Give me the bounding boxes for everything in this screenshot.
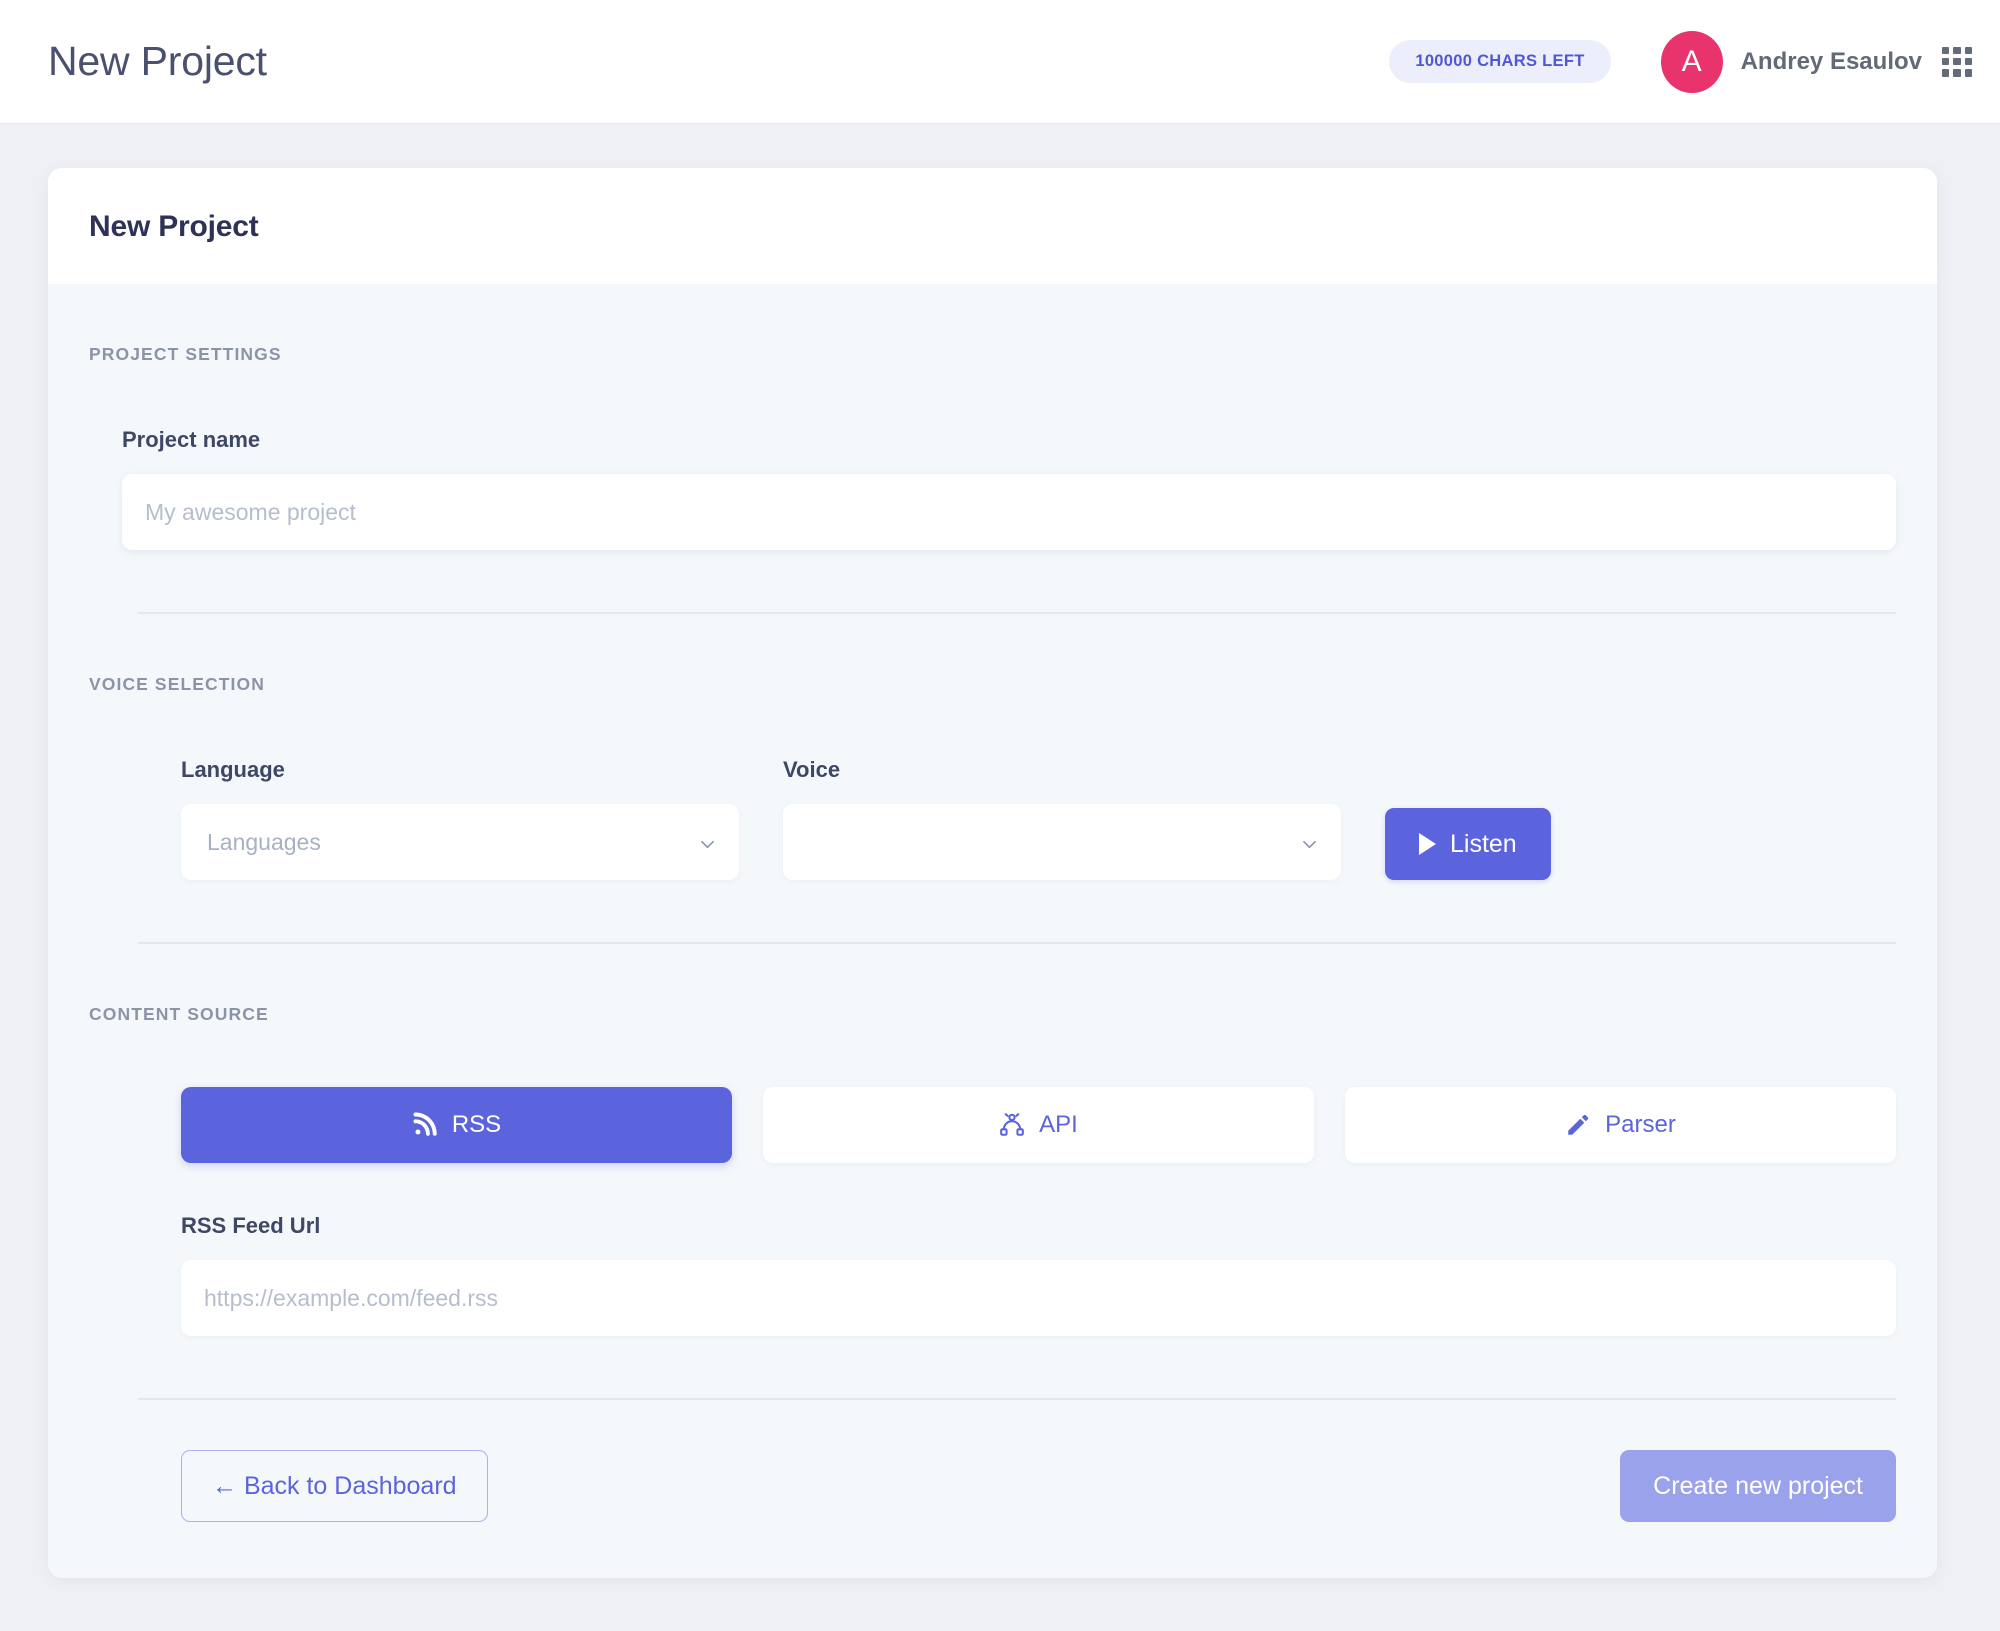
section-label-content-source: CONTENT SOURCE [89,1004,269,1024]
pencil-icon [1565,1112,1591,1138]
tab-parser[interactable]: Parser [1345,1087,1896,1163]
back-to-dashboard-button[interactable]: ← Back to Dashboard [181,1450,488,1522]
voice-label: Voice [783,757,841,782]
language-select[interactable]: Languages [181,804,739,880]
api-node-icon [999,1112,1025,1138]
feed-url-input[interactable] [181,1260,1896,1336]
new-project-card: New Project PROJECT SETTINGS Project nam… [48,168,1937,1578]
tab-rss-label: RSS [451,1111,502,1138]
language-label: Language [181,757,285,782]
voice-select-wrapper [783,804,1341,880]
topbar-right-group: 100000 CHARS LEFT A Andrey Esaulov [1389,30,1972,93]
create-new-project-button[interactable]: Create new project [1620,1450,1896,1522]
voice-select[interactable] [783,804,1341,880]
section-label-project-settings: PROJECT SETTINGS [89,344,282,364]
rss-icon [412,1112,438,1138]
grid-apps-icon[interactable] [1942,46,1972,77]
card-body: PROJECT SETTINGS Project name VOICE SELE… [48,284,1937,1578]
language-select-wrapper: Languages [181,804,739,880]
play-icon [1419,833,1436,855]
card-footer: ← Back to Dashboard Create new project [48,1450,1937,1522]
tab-api[interactable]: API [763,1087,1314,1163]
tab-api-label: API [1039,1111,1078,1138]
page-title: New Project [48,38,267,84]
language-field-group: Language Languages [181,757,739,880]
feed-url-field-group: RSS Feed Url [48,1213,1937,1336]
content-source-tabs: RSS API Parser [48,1087,1937,1163]
page-content: New Project PROJECT SETTINGS Project nam… [0,124,2000,1578]
feed-url-label: RSS Feed Url [181,1213,321,1238]
tab-parser-label: Parser [1605,1111,1676,1138]
listen-button[interactable]: Listen [1385,808,1551,880]
card-title: New Project [89,210,259,243]
project-name-field-group: Project name [48,427,1937,550]
voice-selection-row: Language Languages Voice Listen [48,757,1937,880]
chevron-down-icon [1302,837,1317,852]
card-header: New Project [48,168,1937,284]
avatar[interactable]: A [1660,30,1723,93]
section-label-voice-selection: VOICE SELECTION [89,674,265,694]
project-name-input[interactable] [122,474,1896,550]
project-name-label: Project name [122,427,261,452]
top-bar: New Project 100000 CHARS LEFT A Andrey E… [0,0,2000,124]
chevron-down-icon [700,837,715,852]
voice-field-group: Voice [783,757,1341,880]
tab-rss[interactable]: RSS [181,1087,732,1163]
listen-button-label: Listen [1450,829,1517,858]
chars-left-badge: 100000 CHARS LEFT [1389,40,1611,83]
user-name[interactable]: Andrey Esaulov [1741,48,1922,76]
